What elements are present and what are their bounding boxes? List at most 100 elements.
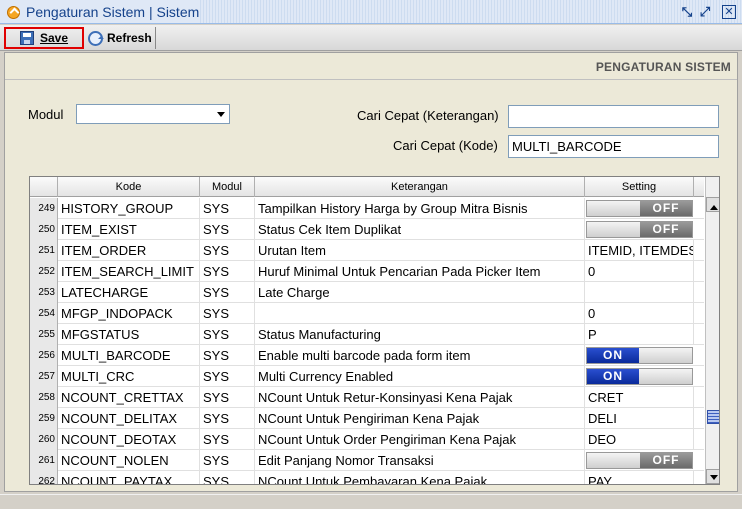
toggle-knob: ON — [587, 369, 639, 384]
close-icon[interactable]: ✕ — [722, 5, 736, 19]
table-row[interactable]: 254 MFGP_INDOPACK SYS 0 — [30, 303, 704, 324]
cell-setting[interactable]: DELI — [585, 408, 694, 429]
setting-toggle[interactable]: ON — [586, 347, 693, 364]
cell-kode[interactable]: MFGP_INDOPACK — [58, 303, 200, 324]
cell-modul[interactable]: SYS — [200, 345, 255, 366]
table-row[interactable]: 260 NCOUNT_DEOTAX SYS NCount Untuk Order Pe… — [30, 429, 704, 450]
cell-keterangan[interactable]: Status Cek Item Duplikat — [255, 219, 585, 240]
cell-kode[interactable]: NCOUNT_DELITAX — [58, 408, 200, 429]
cell-kode[interactable]: MULTI_BARCODE — [58, 345, 200, 366]
setting-toggle[interactable]: OFF — [586, 221, 693, 238]
column-header-kode[interactable]: Kode — [58, 177, 200, 197]
cell-keterangan[interactable]: Edit Panjang Nomor Transaksi — [255, 450, 585, 471]
window-titlebar: Pengaturan Sistem | Sistem ⤡ ⤢ ✕ — [0, 0, 742, 24]
column-header-setting[interactable]: Setting — [585, 177, 694, 197]
refresh-button-label: Refresh — [107, 31, 152, 45]
table-row[interactable]: 253 LATECHARGE SYS Late Charge — [30, 282, 704, 303]
table-row[interactable]: 251 ITEM_ORDER SYS Urutan Item ITEMID, ITEMD… — [30, 240, 704, 261]
cell-modul[interactable]: SYS — [200, 366, 255, 387]
table-row[interactable]: 256 MULTI_BARCODE SYS Enable multi barcode … — [30, 345, 704, 366]
modul-select[interactable] — [76, 104, 230, 124]
save-disk-icon — [20, 31, 34, 45]
scroll-up-icon[interactable] — [706, 197, 719, 212]
cell-keterangan[interactable]: NCount Untuk Retur-Konsinyasi Kena Pajak — [255, 387, 585, 408]
table-row[interactable]: 257 MULTI_CRC SYS Multi Currency Enabled ON — [30, 366, 704, 387]
table-row[interactable]: 262 NCOUNT_PAYTAX SYS NCount Untuk Pembayar… — [30, 471, 704, 484]
restore-icon[interactable]: ⤡ — [680, 5, 694, 19]
cell-setting[interactable]: DEO — [585, 429, 694, 450]
cell-modul[interactable]: SYS — [200, 450, 255, 471]
toolbar: Save Refresh — [0, 25, 742, 51]
cell-setting[interactable]: CRET — [585, 387, 694, 408]
cell-modul[interactable]: SYS — [200, 303, 255, 324]
keterangan-search-label: Cari Cepat (Keterangan) — [357, 108, 499, 123]
cell-kode[interactable]: NCOUNT_CRETTAX — [58, 387, 200, 408]
scroll-thumb[interactable] — [707, 410, 719, 424]
cell-keterangan[interactable]: Huruf Minimal Untuk Pencarian Pada Picke… — [255, 261, 585, 282]
cell-setting[interactable]: PAY — [585, 471, 694, 484]
maximize-icon[interactable]: ⤢ — [698, 5, 712, 19]
settings-grid: Kode Modul Keterangan Setting 249 HISTORY… — [29, 176, 720, 485]
refresh-button[interactable]: Refresh — [86, 27, 156, 49]
cell-kode[interactable]: NCOUNT_DEOTAX — [58, 429, 200, 450]
app-logo-icon — [7, 6, 20, 19]
cell-keterangan[interactable]: Tampilkan History Harga by Group Mitra B… — [255, 198, 585, 219]
cell-setting[interactable]: P — [585, 324, 694, 345]
cell-modul[interactable]: SYS — [200, 387, 255, 408]
cell-modul[interactable]: SYS — [200, 324, 255, 345]
cell-keterangan[interactable]: Urutan Item — [255, 240, 585, 261]
table-row[interactable]: 255 MFGSTATUS SYS Status Manufacturing P — [30, 324, 704, 345]
cell-kode[interactable]: NCOUNT_PAYTAX — [58, 471, 200, 484]
cell-modul[interactable]: SYS — [200, 240, 255, 261]
table-row[interactable]: 258 NCOUNT_CRETTAX SYS NCount Untuk Retur-K… — [30, 387, 704, 408]
cell-setting[interactable] — [585, 282, 694, 303]
table-row[interactable]: 261 NCOUNT_NOLEN SYS Edit Panjang Nomor Tra… — [30, 450, 704, 471]
cell-modul[interactable]: SYS — [200, 282, 255, 303]
refresh-icon — [88, 30, 104, 46]
vertical-scrollbar[interactable] — [705, 177, 719, 484]
row-number: 255 — [30, 324, 58, 345]
save-button-label: Save — [40, 31, 69, 45]
cell-kode[interactable]: LATECHARGE — [58, 282, 200, 303]
cell-kode[interactable]: ITEM_SEARCH_LIMIT — [58, 261, 200, 282]
cell-keterangan[interactable]: Status Manufacturing — [255, 324, 585, 345]
cell-modul[interactable]: SYS — [200, 429, 255, 450]
setting-toggle[interactable]: OFF — [586, 452, 693, 469]
cell-keterangan[interactable]: Enable multi barcode pada form item — [255, 345, 585, 366]
table-row[interactable]: 259 NCOUNT_DELITAX SYS NCount Untuk Pengiri… — [30, 408, 704, 429]
column-header-modul[interactable]: Modul — [200, 177, 255, 197]
table-row[interactable]: 249 HISTORY_GROUP SYS Tampilkan History Har… — [30, 198, 704, 219]
cell-keterangan[interactable]: NCount Untuk Order Pengiriman Kena Pajak — [255, 429, 585, 450]
cell-kode[interactable]: MFGSTATUS — [58, 324, 200, 345]
setting-toggle[interactable]: OFF — [586, 200, 693, 217]
cell-kode[interactable]: NCOUNT_NOLEN — [58, 450, 200, 471]
cell-modul[interactable]: SYS — [200, 471, 255, 484]
table-row[interactable]: 250 ITEM_EXIST SYS Status Cek Item Duplikat… — [30, 219, 704, 240]
save-button[interactable]: Save — [4, 27, 84, 49]
toggle-knob: OFF — [640, 201, 692, 216]
cell-keterangan[interactable]: NCount Untuk Pengiriman Kena Pajak — [255, 408, 585, 429]
cell-setting[interactable]: ITEMID, ITEMDES — [585, 240, 694, 261]
cell-setting[interactable]: 0 — [585, 303, 694, 324]
cell-modul[interactable]: SYS — [200, 408, 255, 429]
cell-keterangan[interactable]: Multi Currency Enabled — [255, 366, 585, 387]
kode-search-input[interactable]: MULTI_BARCODE — [508, 135, 719, 158]
grid-header: Kode Modul Keterangan Setting — [30, 177, 704, 197]
cell-kode[interactable]: ITEM_ORDER — [58, 240, 200, 261]
cell-kode[interactable]: MULTI_CRC — [58, 366, 200, 387]
cell-keterangan[interactable]: NCount Untuk Pembayaran Kena Pajak — [255, 471, 585, 484]
cell-keterangan[interactable] — [255, 303, 585, 324]
cell-modul[interactable]: SYS — [200, 198, 255, 219]
cell-setting[interactable]: 0 — [585, 261, 694, 282]
table-row[interactable]: 252 ITEM_SEARCH_LIMIT SYS Huruf Minimal Unt… — [30, 261, 704, 282]
cell-kode[interactable]: ITEM_EXIST — [58, 219, 200, 240]
keterangan-search-input[interactable] — [508, 105, 719, 128]
column-header-keterangan[interactable]: Keterangan — [255, 177, 585, 197]
setting-toggle[interactable]: ON — [586, 368, 693, 385]
cell-modul[interactable]: SYS — [200, 261, 255, 282]
cell-keterangan[interactable]: Late Charge — [255, 282, 585, 303]
scroll-down-icon[interactable] — [706, 469, 719, 484]
row-number: 260 — [30, 429, 58, 450]
cell-kode[interactable]: HISTORY_GROUP — [58, 198, 200, 219]
cell-modul[interactable]: SYS — [200, 219, 255, 240]
